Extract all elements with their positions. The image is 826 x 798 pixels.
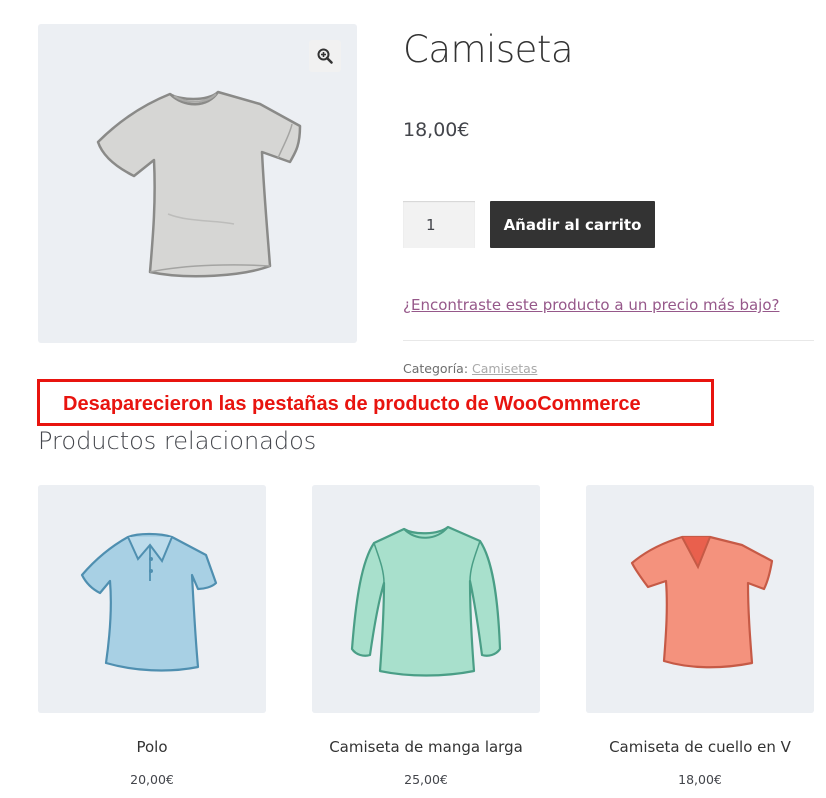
related-product-price: 25,00€	[404, 772, 448, 787]
product-title: Camiseta	[403, 28, 574, 71]
related-product-card[interactable]: Polo 20,00€	[38, 485, 266, 787]
polo-shirt-blue-icon[interactable]	[38, 485, 266, 713]
product-category: Categoría: Camisetas	[403, 361, 537, 376]
related-product-name[interactable]: Polo	[38, 738, 266, 756]
divider	[403, 340, 814, 341]
tshirt-grey-icon[interactable]	[38, 24, 357, 343]
lower-price-link[interactable]: ¿Encontraste este producto a un precio m…	[403, 296, 779, 314]
category-label: Categoría:	[403, 361, 469, 376]
quantity-input[interactable]	[403, 201, 475, 248]
related-product-price: 18,00€	[678, 772, 722, 787]
annotation-box: Desaparecieron las pestañas de producto …	[37, 379, 714, 426]
vneck-coral-icon[interactable]	[586, 485, 814, 713]
category-link[interactable]: Camisetas	[472, 361, 537, 376]
longsleeve-green-icon[interactable]	[312, 485, 540, 713]
annotation-text: Desaparecieron las pestañas de producto …	[63, 393, 641, 415]
product-price: 18,00€	[403, 119, 470, 141]
related-product-card[interactable]: Camiseta de manga larga 25,00€	[312, 485, 540, 787]
zoom-button[interactable]	[309, 40, 341, 72]
related-products-title: Productos relacionados	[38, 427, 317, 455]
related-product-name[interactable]: Camiseta de cuello en V	[586, 738, 814, 756]
magnifier-zoom-icon	[317, 48, 333, 64]
related-product-name[interactable]: Camiseta de manga larga	[312, 738, 540, 756]
related-product-price: 20,00€	[130, 772, 174, 787]
add-to-cart-button[interactable]: Añadir al carrito	[490, 201, 655, 248]
related-product-card[interactable]: Camiseta de cuello en V 18,00€	[586, 485, 814, 787]
